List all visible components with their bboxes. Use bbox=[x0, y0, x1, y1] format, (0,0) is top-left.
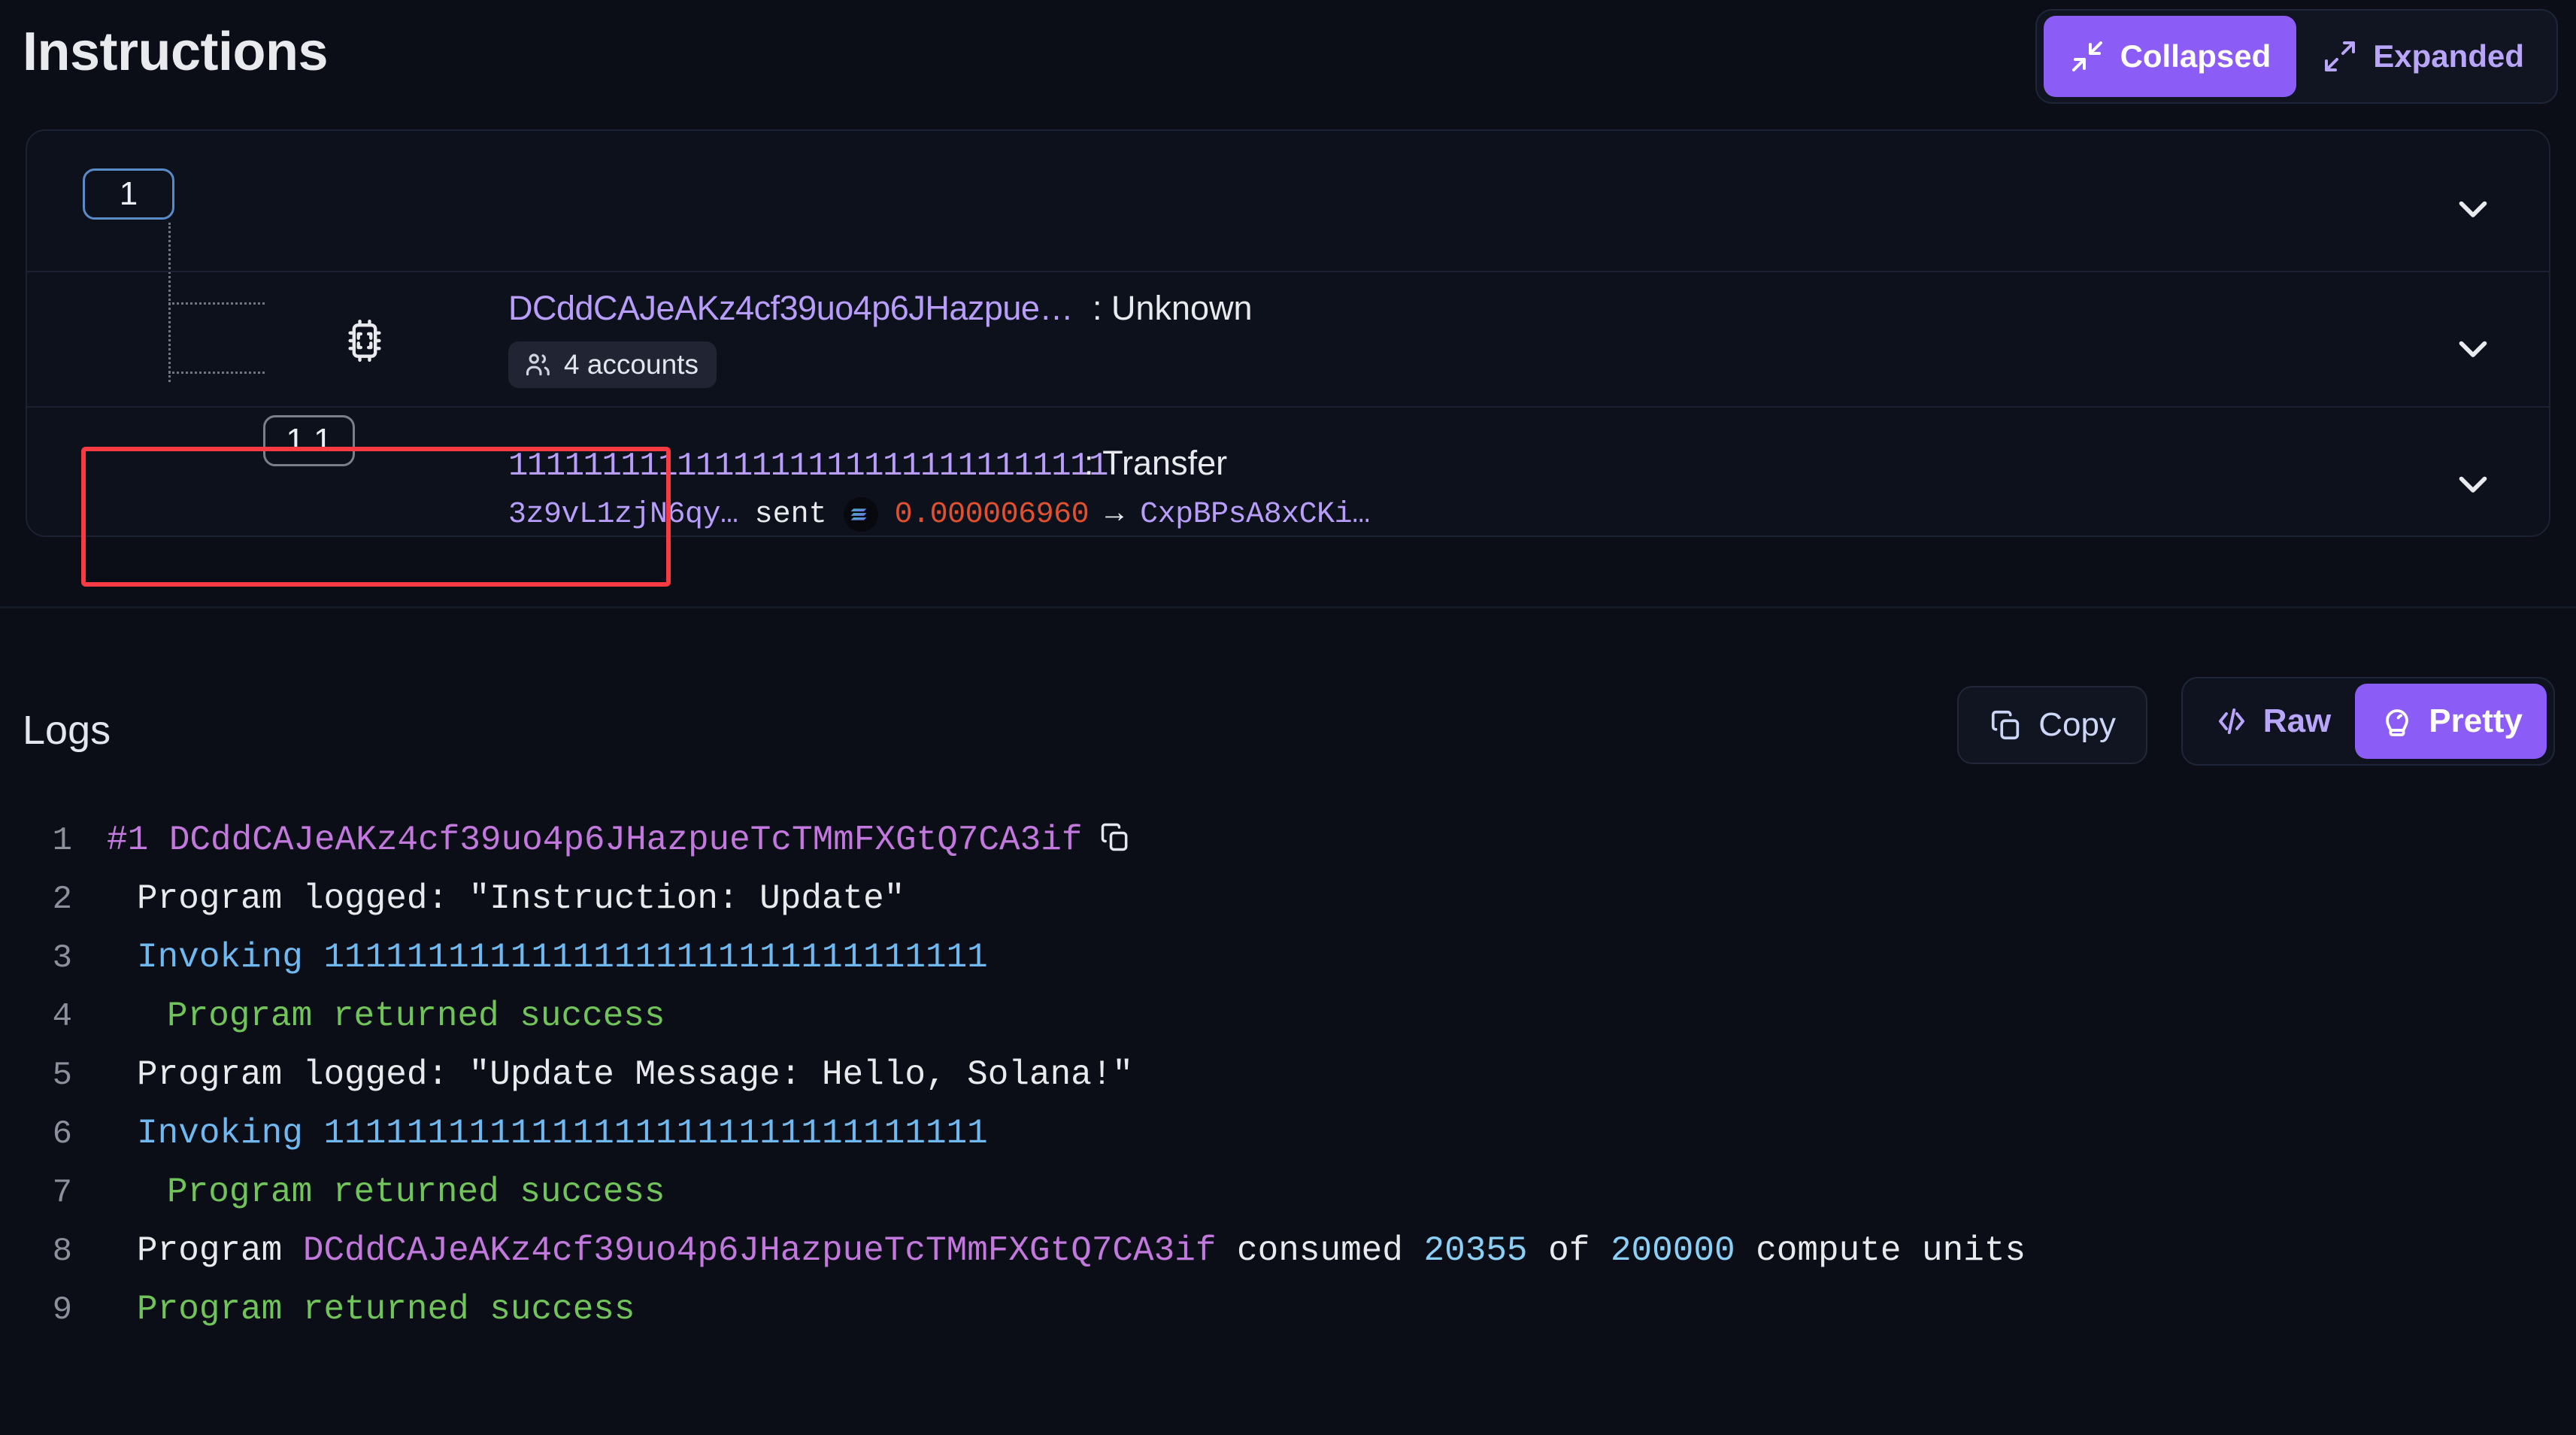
pretty-format-label: Pretty bbox=[2429, 702, 2523, 739]
log-line: 4 Program returned success bbox=[0, 987, 2576, 1045]
log-line: 1 #1 DCddCAJeAKz4cf39uo4p6JHazpueTcTMmFXG… bbox=[0, 811, 2576, 869]
log-line: 6 Invoking 111111111111111111111111111111… bbox=[0, 1104, 2576, 1163]
log-segment: Invoking 1111111111111111111111111111111… bbox=[137, 1114, 988, 1153]
section-divider bbox=[0, 606, 2576, 608]
log-segment: Program returned success bbox=[137, 1290, 635, 1329]
log-format-toggle: Raw Pretty bbox=[2181, 677, 2555, 766]
log-line: 5 Program logged: "Update Message: Hello,… bbox=[0, 1045, 2576, 1104]
log-line-number: 5 bbox=[52, 1057, 72, 1094]
instruction-row[interactable] bbox=[27, 131, 2549, 271]
log-line-number: 8 bbox=[52, 1233, 72, 1270]
log-line-text: Program logged: "Update Message: Hello, … bbox=[107, 1045, 1133, 1104]
log-line-text: Invoking 1111111111111111111111111111111… bbox=[107, 928, 988, 987]
instruction-row[interactable] bbox=[27, 406, 2549, 535]
log-line: 3 Invoking 111111111111111111111111111111… bbox=[0, 928, 2576, 987]
log-line: 2 Program logged: "Instruction: Update" bbox=[0, 869, 2576, 928]
code-icon bbox=[2214, 703, 2250, 739]
log-line-text: Program logged: "Instruction: Update" bbox=[107, 869, 905, 928]
chevron-down-icon[interactable] bbox=[2450, 460, 2496, 511]
log-segment: Program logged: "Instruction: Update" bbox=[137, 879, 905, 918]
log-segment: DCddCAJeAKz4cf39uo4p6JHazpueTcTMmFXGtQ7C… bbox=[302, 1231, 1217, 1270]
log-lines-list: 1 #1 DCddCAJeAKz4cf39uo4p6JHazpueTcTMmFXG… bbox=[0, 811, 2576, 1339]
chevron-down-icon[interactable] bbox=[2450, 325, 2496, 375]
log-line-number: 7 bbox=[52, 1174, 72, 1212]
copy-icon bbox=[1989, 708, 2023, 742]
collapsed-view-button[interactable]: Collapsed bbox=[2043, 16, 2297, 97]
log-segment: #1 bbox=[107, 821, 169, 860]
raw-format-button[interactable]: Raw bbox=[2190, 684, 2355, 759]
collapse-icon bbox=[2069, 38, 2105, 74]
log-segment: 200000 bbox=[1610, 1231, 1735, 1270]
instruction-row[interactable] bbox=[27, 271, 2549, 406]
raw-format-label: Raw bbox=[2262, 702, 2332, 739]
log-line-number: 1 bbox=[52, 822, 72, 860]
log-segment: Program returned success bbox=[167, 997, 665, 1036]
collapsed-view-label: Collapsed bbox=[2120, 38, 2271, 74]
instructions-card: 1 DCddCAJeAKz4cf39uo4p6JHazpue…: Unknow… bbox=[26, 129, 2550, 537]
copy-logs-button[interactable]: Copy bbox=[1957, 686, 2147, 764]
copy-icon[interactable] bbox=[1099, 815, 1132, 874]
log-segment: consumed bbox=[1216, 1231, 1424, 1270]
crystal-ball-icon bbox=[2379, 703, 2415, 739]
chevron-down-icon[interactable] bbox=[2450, 185, 2496, 235]
log-line: 8 Program DCddCAJeAKz4cf39uo4p6JHazpueTcT… bbox=[0, 1221, 2576, 1280]
log-segment: Program bbox=[137, 1231, 303, 1270]
instruction-index-badge: 1 bbox=[83, 168, 174, 220]
view-mode-toggle: Collapsed Expanded bbox=[2035, 9, 2558, 104]
log-line-text: Program DCddCAJeAKz4cf39uo4p6JHazpueTcTM… bbox=[107, 1221, 2026, 1280]
log-line-number: 6 bbox=[52, 1115, 72, 1153]
log-segment: Invoking 1111111111111111111111111111111… bbox=[137, 938, 988, 977]
log-line-text: Program returned success bbox=[107, 1163, 665, 1221]
log-segment: of bbox=[1527, 1231, 1611, 1270]
log-line: 9 Program returned success bbox=[0, 1280, 2576, 1339]
expanded-view-label: Expanded bbox=[2373, 38, 2524, 74]
expanded-view-button[interactable]: Expanded bbox=[2296, 16, 2550, 97]
expand-icon bbox=[2322, 38, 2358, 74]
log-line-number: 2 bbox=[52, 881, 72, 918]
log-line-text: #1 DCddCAJeAKz4cf39uo4p6JHazpueTcTMmFXGt… bbox=[107, 811, 1132, 874]
instructions-page: Instructions Collapsed Expanded 1 DCddCA… bbox=[0, 0, 2576, 1435]
instructions-header: Instructions Collapsed Expanded bbox=[0, 0, 2576, 120]
page-title: Instructions bbox=[23, 22, 329, 82]
log-segment: 20355 bbox=[1423, 1231, 1528, 1270]
log-segment: compute units bbox=[1735, 1231, 2026, 1270]
log-line-text: Program returned success bbox=[107, 987, 665, 1045]
log-segment: Program logged: "Update Message: Hello, … bbox=[137, 1055, 1134, 1094]
log-segment: Program returned success bbox=[167, 1173, 665, 1212]
pretty-format-button[interactable]: Pretty bbox=[2355, 684, 2547, 759]
copy-logs-label: Copy bbox=[2038, 706, 2116, 743]
log-line-text: Program returned success bbox=[107, 1280, 635, 1339]
log-line-text: Invoking 1111111111111111111111111111111… bbox=[107, 1104, 988, 1163]
log-line-number: 3 bbox=[52, 939, 72, 977]
log-segment: DCddCAJeAKz4cf39uo4p6JHazpueTcTMmFXGtQ7C… bbox=[168, 821, 1083, 860]
log-line-number: 4 bbox=[52, 998, 72, 1036]
log-line-number: 9 bbox=[52, 1291, 72, 1329]
logs-title: Logs bbox=[23, 708, 111, 753]
log-line: 7 Program returned success bbox=[0, 1163, 2576, 1221]
